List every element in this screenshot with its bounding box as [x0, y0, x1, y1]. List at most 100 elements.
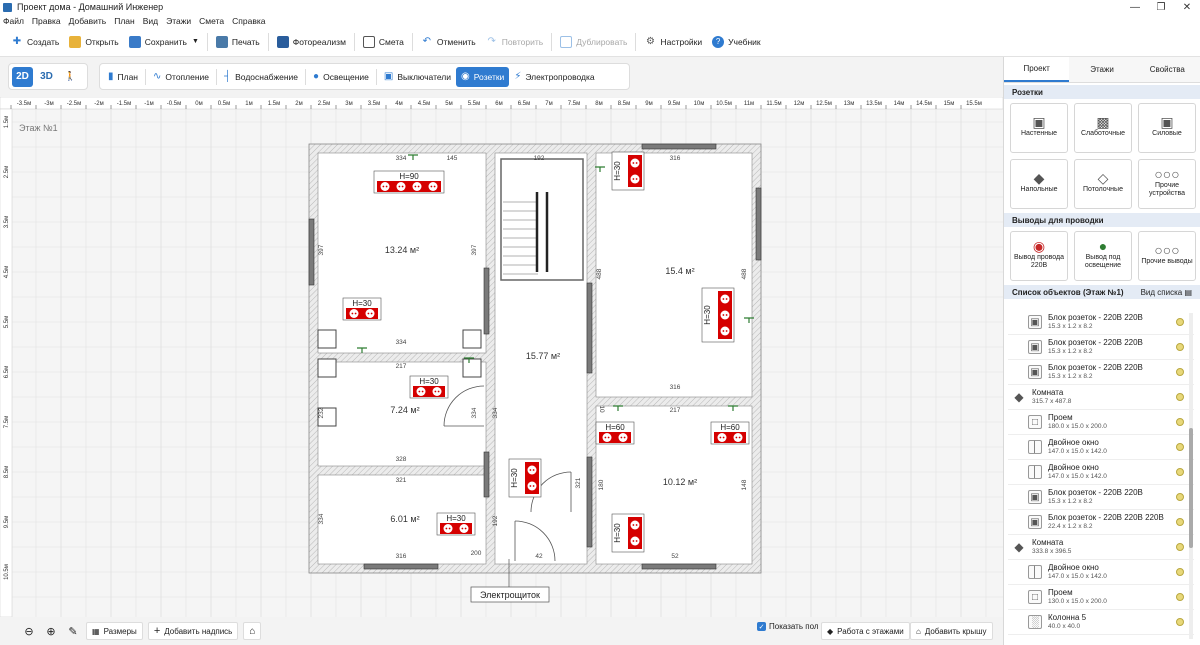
visibility-eye-icon[interactable] [1176, 568, 1184, 576]
chevron-down-icon[interactable]: ▼ [192, 38, 199, 45]
undo-button[interactable]: ↶ Отменить [416, 31, 481, 53]
socket-icon[interactable] [527, 465, 537, 475]
socket-icon[interactable] [349, 309, 359, 318]
open-button[interactable]: Открыть [64, 31, 123, 53]
visibility-eye-icon[interactable] [1176, 393, 1184, 401]
socket-icon[interactable] [412, 182, 422, 191]
socket-icon[interactable] [630, 158, 640, 168]
redo-button[interactable]: ↷ Повторить [481, 31, 549, 53]
view-3d-button[interactable]: 3D [36, 67, 57, 87]
visibility-eye-icon[interactable] [1176, 543, 1184, 551]
sizes-button[interactable]: ▦ Размеры [86, 622, 143, 640]
floors-work-button[interactable]: ◆ Работа с этажами [821, 622, 910, 640]
settings-button[interactable]: ⚙ Настройки [639, 31, 707, 53]
visibility-eye-icon[interactable] [1176, 418, 1184, 426]
tab-project[interactable]: Проект [1004, 57, 1070, 82]
object-list-item[interactable]: │ Двойное окно 147.0 x 15.0 x 142.0 [1008, 560, 1194, 585]
ruler-icon[interactable]: ✎ [64, 622, 82, 640]
objects-list[interactable]: ▣ Блок розеток - 220В 220В 15.3 x 1.2 x 8.… [1008, 310, 1194, 640]
socket-icon[interactable] [416, 387, 426, 396]
object-list-item[interactable]: ▣ Блок розеток - 220В 220В 220В 22.4 x 1.2… [1008, 510, 1194, 535]
tab-floors[interactable]: Этажи [1069, 57, 1134, 82]
home-button[interactable]: ⌂ [243, 622, 262, 640]
socket-icon[interactable] [428, 182, 438, 191]
create-button[interactable]: ✚ Создать [6, 31, 64, 53]
save-button[interactable]: Сохранить ▼ [124, 31, 204, 53]
estimate-button[interactable]: Смета [358, 31, 409, 53]
socket-icon[interactable] [720, 310, 730, 320]
view-2d-button[interactable]: 2D [12, 66, 33, 87]
tab-sockets[interactable]: ◉ Розетки [456, 66, 510, 87]
object-list-item[interactable]: ░ Колонна 5 40.0 x 40.0 [1008, 610, 1194, 635]
tab-heating[interactable]: ∿ Отопление [148, 67, 214, 87]
add-label-button[interactable]: + Добавить надпись [147, 622, 239, 640]
walk-mode-button[interactable]: 🚶 [60, 67, 81, 87]
object-list-item[interactable]: □ Проем 180.0 x 15.0 x 200.0 [1008, 410, 1194, 435]
socket-icon[interactable] [432, 387, 442, 396]
add-roof-button[interactable]: ⌂ Добавить крышу [910, 622, 993, 640]
zoom-in-icon[interactable]: ⊕ [42, 622, 60, 640]
power-socket-button[interactable]: ▣ Силовые [1138, 103, 1196, 153]
floor-plan[interactable]: -3.5м -3м -2.5м -2м -1.5м -1м -0.5м 0м 0.5м 1м 1.5… [0, 97, 1003, 617]
menu-estimate[interactable]: Смета [199, 16, 224, 26]
socket-icon[interactable] [720, 326, 730, 336]
menu-edit[interactable]: Правка [32, 16, 61, 26]
socket-icon[interactable] [396, 182, 406, 191]
socket-icon[interactable] [527, 481, 537, 491]
object-list-item[interactable]: ◆ Комната 333.8 x 396.5 [1008, 535, 1194, 560]
tab-switches[interactable]: ▣ Выключатели [379, 67, 456, 87]
view-list-button[interactable]: Вид списка ▤ [1141, 288, 1192, 297]
socket-icon[interactable] [630, 520, 640, 530]
socket-icon[interactable] [380, 182, 390, 191]
object-list-item[interactable]: ◆ Комната 315.7 x 487.8 [1008, 385, 1194, 410]
visibility-eye-icon[interactable] [1176, 518, 1184, 526]
socket-icon[interactable] [717, 433, 727, 442]
maximize-icon[interactable]: ❐ [1148, 0, 1174, 14]
visibility-eye-icon[interactable] [1176, 618, 1184, 626]
menu-view[interactable]: Вид [143, 16, 158, 26]
photoreal-button[interactable]: Фотореализм [272, 31, 351, 53]
close-icon[interactable]: ✕ [1174, 0, 1200, 14]
plan-canvas[interactable]: -3.5м -3м -2.5м -2м -1.5м -1м -0.5м 0м 0.5м 1м 1.5… [0, 97, 1003, 617]
wire-output-button[interactable]: ◉ Вывод провода 220В [1010, 231, 1068, 281]
tab-properties[interactable]: Свойства [1135, 57, 1200, 82]
socket-icon[interactable] [630, 174, 640, 184]
duplicate-button[interactable]: Дублировать [555, 31, 632, 53]
menu-add[interactable]: Добавить [69, 16, 107, 26]
object-list-item[interactable]: □ Проем 130.0 x 15.0 x 200.0 [1008, 585, 1194, 610]
objects-scrollbar[interactable] [1189, 313, 1193, 639]
show-floor-checkbox[interactable]: ✓ Показать пол [757, 622, 819, 631]
tutorial-button[interactable]: ? Учебник [707, 31, 766, 53]
print-button[interactable]: Печать [211, 31, 265, 53]
object-list-item[interactable]: ▣ Блок розеток - 220В 220В 15.3 x 1.2 x 8.… [1008, 485, 1194, 510]
visibility-eye-icon[interactable] [1176, 318, 1184, 326]
scrollbar-thumb[interactable] [1189, 428, 1193, 548]
socket-icon[interactable] [618, 433, 628, 442]
visibility-eye-icon[interactable] [1176, 593, 1184, 601]
tab-plan[interactable]: ▮ План [103, 67, 143, 87]
visibility-eye-icon[interactable] [1176, 443, 1184, 451]
visibility-eye-icon[interactable] [1176, 493, 1184, 501]
other-outputs-button[interactable]: ○○○ Прочие выводы [1138, 231, 1196, 281]
minimize-icon[interactable]: — [1122, 0, 1148, 14]
floor-socket-button[interactable]: ◆ Напольные [1010, 159, 1068, 209]
wall-socket-button[interactable]: ▣ Настенные [1010, 103, 1068, 153]
socket-icon[interactable] [602, 433, 612, 442]
socket-icon[interactable] [459, 524, 469, 533]
menu-help[interactable]: Справка [232, 16, 265, 26]
ceiling-socket-button[interactable]: ◇ Потолочные [1074, 159, 1132, 209]
object-list-item[interactable]: ▣ Блок розеток - 220В 220В 15.3 x 1.2 x 8.… [1008, 360, 1194, 385]
tab-water[interactable]: ┤ Водоснабжение [219, 67, 303, 87]
socket-icon[interactable] [443, 524, 453, 533]
light-output-button[interactable]: ● Вывод под освещение [1074, 231, 1132, 281]
menu-plan[interactable]: План [114, 16, 135, 26]
visibility-eye-icon[interactable] [1176, 343, 1184, 351]
object-list-item[interactable]: │ Двойное окно 147.0 x 15.0 x 142.0 [1008, 460, 1194, 485]
object-list-item[interactable]: ▣ Блок розеток - 220В 220В 15.3 x 1.2 x 8.… [1008, 335, 1194, 360]
object-list-item[interactable]: │ Двойное окно 147.0 x 15.0 x 142.0 [1008, 435, 1194, 460]
socket-icon[interactable] [630, 536, 640, 546]
lowcurrent-socket-button[interactable]: ▩ Слаботочные [1074, 103, 1132, 153]
object-list-item[interactable]: ▣ Блок розеток - 220В 220В 15.3 x 1.2 x 8.… [1008, 310, 1194, 335]
socket-icon[interactable] [365, 309, 375, 318]
menu-file[interactable]: Файл [3, 16, 24, 26]
